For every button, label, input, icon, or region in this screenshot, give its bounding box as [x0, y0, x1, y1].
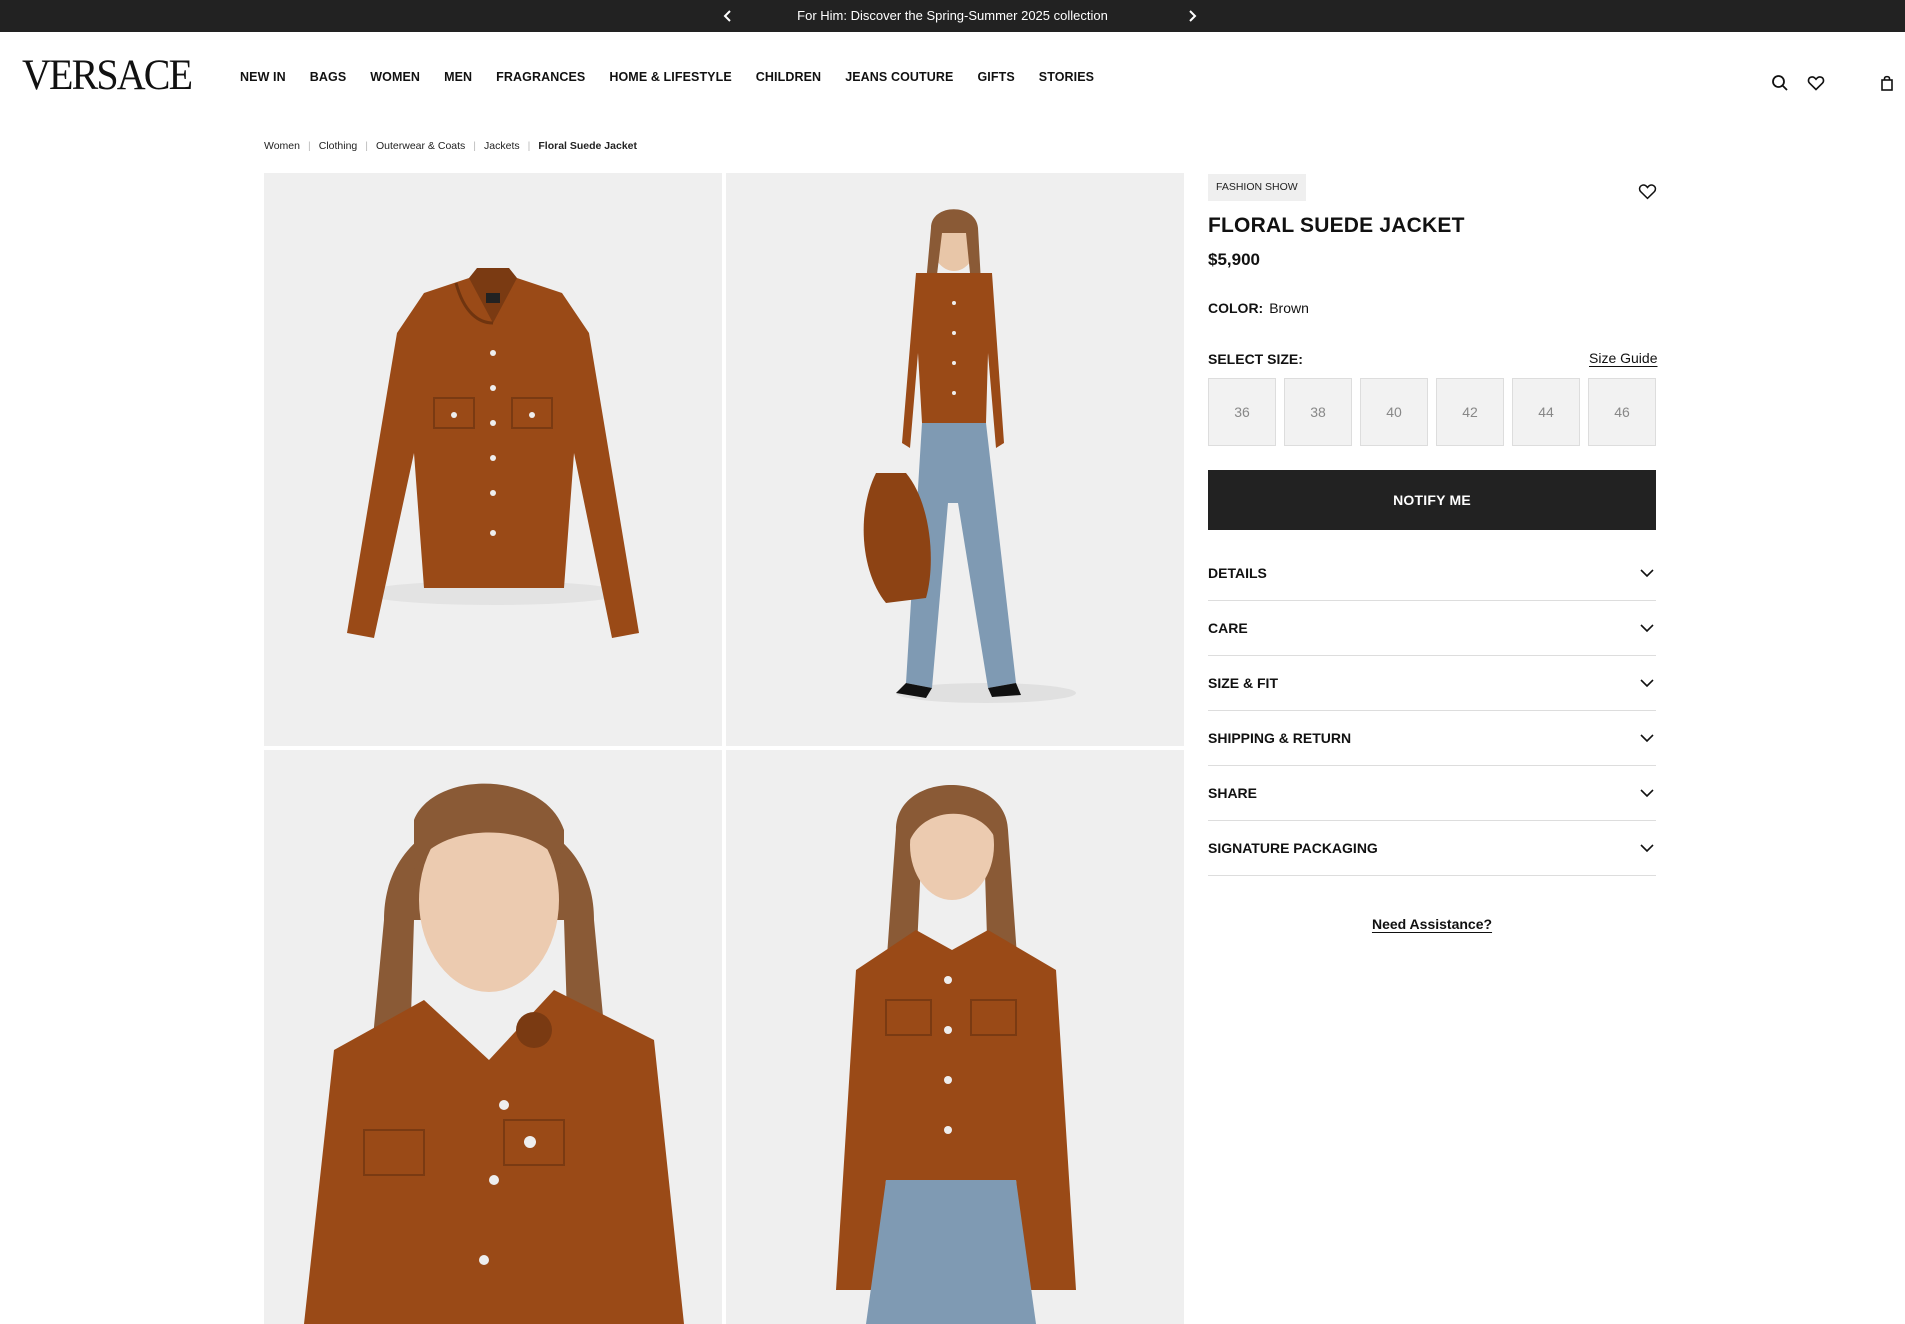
chevron-down-icon — [1638, 839, 1656, 857]
product-image-jacket-flat-lay[interactable] — [264, 173, 722, 746]
accordion-size-fit[interactable]: SIZE & FIT — [1208, 656, 1656, 711]
model-full-body-illustration — [863, 209, 1076, 703]
nav-stories[interactable]: STORIES — [1039, 70, 1094, 84]
heart-icon — [1807, 76, 1825, 91]
search-button[interactable] — [1769, 72, 1791, 94]
wishlist-button[interactable] — [1805, 72, 1827, 94]
product-image-model-full-body[interactable] — [726, 173, 1184, 746]
accordion-care[interactable]: CARE — [1208, 601, 1656, 656]
nav-men[interactable]: MEN — [444, 70, 472, 84]
breadcrumb-separator: | — [527, 140, 531, 152]
breadcrumb-separator: | — [308, 140, 311, 152]
accordion-label: SIGNATURE PACKAGING — [1208, 840, 1378, 856]
nav-jeans-couture[interactable]: JEANS COUTURE — [845, 70, 953, 84]
search-icon — [1772, 75, 1788, 91]
chevron-down-icon — [1638, 729, 1656, 747]
size-option-44[interactable]: 44 — [1512, 378, 1580, 446]
product-title: FLORAL SUEDE JACKET — [1208, 214, 1465, 237]
size-options: 36 38 40 42 44 46 — [1208, 378, 1656, 446]
announcement-text[interactable]: For Him: Discover the Spring-Summer 2025… — [0, 0, 1905, 32]
size-option-42[interactable]: 42 — [1436, 378, 1504, 446]
breadcrumb-clothing[interactable]: Clothing — [319, 140, 358, 152]
breadcrumb-jackets[interactable]: Jackets — [484, 140, 520, 152]
model-half-body-illustration — [836, 785, 1076, 1324]
chevron-down-icon — [1638, 784, 1656, 802]
chevron-down-icon — [1638, 619, 1656, 637]
product-price: $5,900 — [1208, 250, 1260, 269]
main-nav: NEW IN BAGS WOMEN MEN FRAGRANCES HOME & … — [240, 32, 1118, 122]
breadcrumb-separator: | — [365, 140, 368, 152]
product-accordion: DETAILS CARE SIZE & FIT SHIPPING & RETUR… — [1208, 546, 1656, 876]
accordion-label: SIZE & FIT — [1208, 675, 1278, 691]
product-image-model-close-up[interactable] — [264, 750, 722, 1324]
breadcrumb: Women | Clothing | Outerwear & Coats | J… — [264, 140, 637, 152]
nav-gifts[interactable]: GIFTS — [977, 70, 1014, 84]
need-assistance: Need Assistance? — [1208, 916, 1656, 932]
model-close-up-illustration — [304, 783, 684, 1324]
chevron-down-icon — [1638, 564, 1656, 582]
breadcrumb-women[interactable]: Women — [264, 140, 300, 152]
size-option-36[interactable]: 36 — [1208, 378, 1276, 446]
nav-children[interactable]: CHILDREN — [756, 70, 821, 84]
need-assistance-link[interactable]: Need Assistance? — [1372, 916, 1492, 932]
size-option-40[interactable]: 40 — [1360, 378, 1428, 446]
announcement-bar: For Him: Discover the Spring-Summer 2025… — [0, 0, 1905, 32]
announcement-next-button[interactable] — [1180, 0, 1204, 32]
site-header: VERSACE NEW IN BAGS WOMEN MEN FRAGRANCES… — [0, 32, 1905, 122]
jacket-illustration — [347, 268, 639, 638]
fashion-show-badge: FASHION SHOW — [1208, 174, 1306, 201]
breadcrumb-separator: | — [473, 140, 477, 152]
accordion-signature-packaging[interactable]: SIGNATURE PACKAGING — [1208, 821, 1656, 876]
accordion-label: SHIPPING & RETURN — [1208, 730, 1352, 746]
accordion-shipping-return[interactable]: SHIPPING & RETURN — [1208, 711, 1656, 766]
nav-fragrances[interactable]: FRAGRANCES — [496, 70, 585, 84]
breadcrumb-current: Floral Suede Jacket — [538, 140, 638, 152]
heart-icon — [1638, 183, 1656, 199]
add-to-wishlist-button[interactable] — [1636, 180, 1658, 202]
accordion-label: DETAILS — [1208, 565, 1267, 581]
chevron-right-icon — [1189, 10, 1197, 22]
accordion-label: CARE — [1208, 620, 1248, 636]
nav-women[interactable]: WOMEN — [370, 70, 420, 84]
chevron-down-icon — [1638, 674, 1656, 692]
shopping-bag-icon — [1881, 75, 1893, 91]
versace-logo[interactable]: VERSACE — [22, 50, 193, 102]
size-guide-link[interactable]: Size Guide — [1589, 350, 1657, 366]
color-value: Brown — [1269, 300, 1309, 316]
accordion-label: SHARE — [1208, 785, 1258, 801]
accordion-share[interactable]: SHARE — [1208, 766, 1656, 821]
cart-button[interactable] — [1876, 72, 1898, 94]
notify-me-button[interactable]: NOTIFY ME — [1208, 470, 1656, 530]
size-option-46[interactable]: 46 — [1588, 378, 1656, 446]
select-size-label: SELECT SIZE: — [1208, 351, 1303, 367]
color-selector: COLOR: Brown — [1208, 300, 1309, 316]
breadcrumb-outerwear[interactable]: Outerwear & Coats — [376, 140, 465, 152]
nav-bags[interactable]: BAGS — [310, 70, 347, 84]
product-image-model-half-body[interactable] — [726, 750, 1184, 1324]
color-label: COLOR: — [1208, 300, 1264, 316]
accordion-details[interactable]: DETAILS — [1208, 546, 1656, 601]
nav-new-in[interactable]: NEW IN — [240, 70, 286, 84]
nav-home-lifestyle[interactable]: HOME & LIFESTYLE — [609, 70, 731, 84]
size-option-38[interactable]: 38 — [1284, 378, 1352, 446]
